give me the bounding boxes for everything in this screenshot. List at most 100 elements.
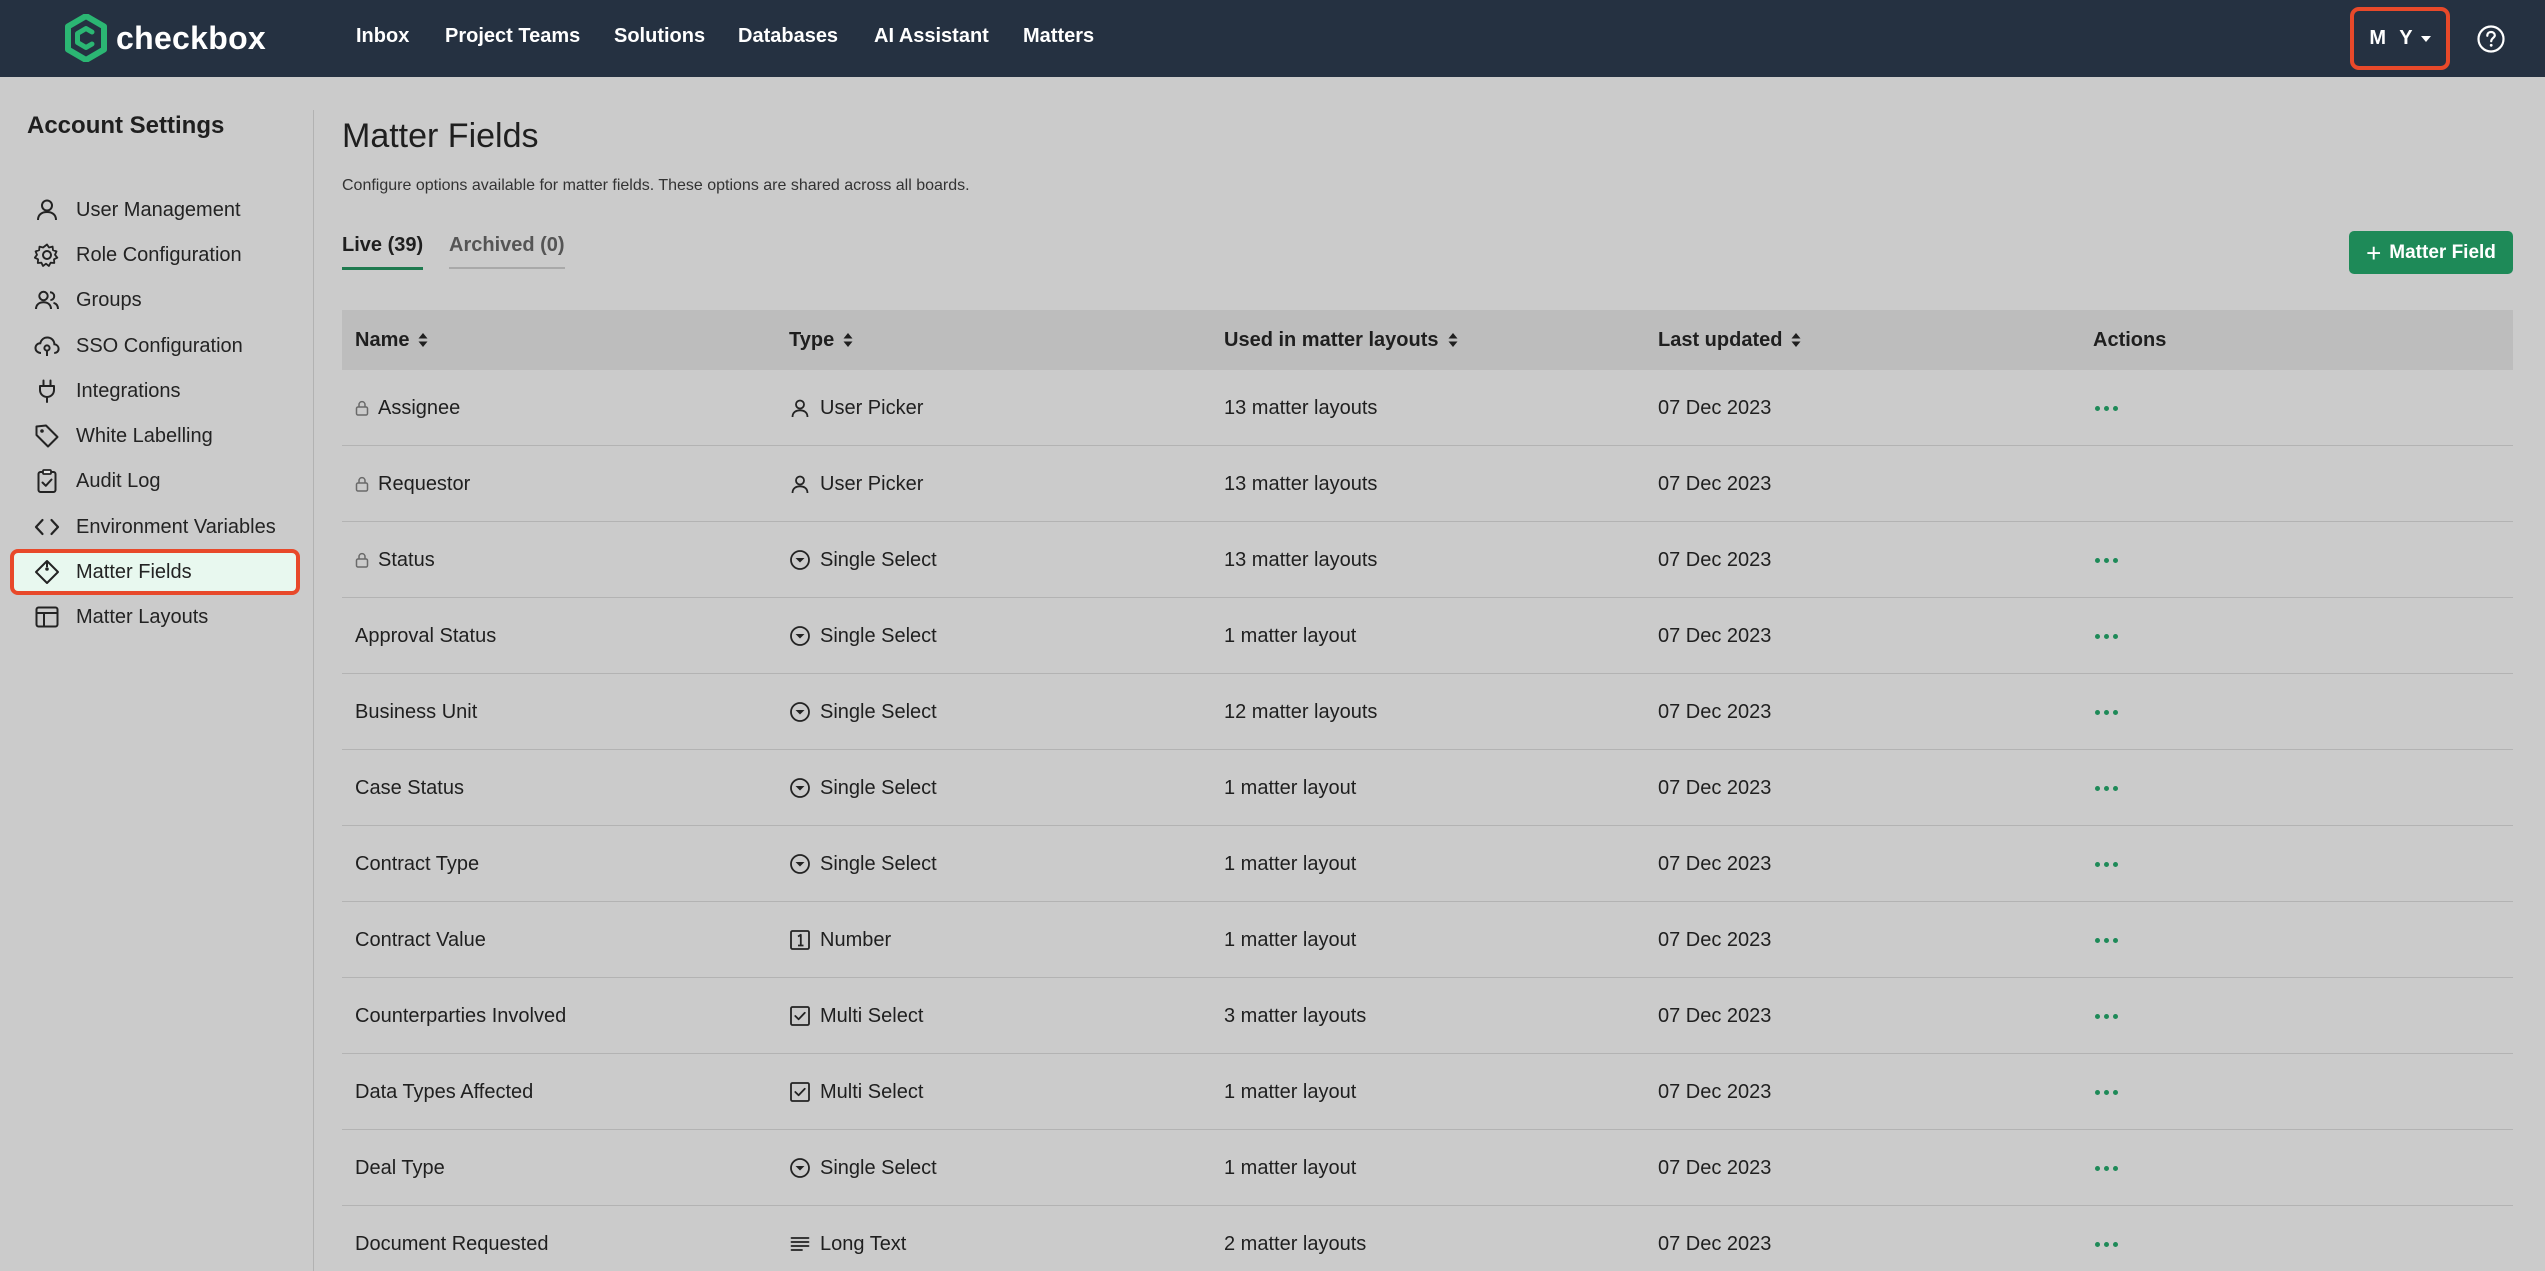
field-name: Document Requested [355, 1232, 549, 1255]
table-row[interactable]: Contract Type Single Select 1 matter layou… [342, 826, 2513, 902]
last-updated-date: 07 Dec 2023 [1658, 1156, 1772, 1179]
table-row[interactable]: Approval Status Single Select 1 matter lay… [342, 598, 2513, 674]
ellipsis-dot [2104, 709, 2109, 715]
row-actions-button[interactable] [2093, 704, 2120, 721]
field-type: Single Select [820, 624, 937, 647]
sidebar-item-environment-variables[interactable]: Environment Variables [10, 504, 300, 550]
nav-matters[interactable]: Matters [1023, 25, 1094, 48]
ellipsis-dot [2095, 633, 2100, 639]
cell-last-updated: 07 Dec 2023 [1658, 522, 1771, 598]
ellipsis-dot [2104, 1165, 2109, 1171]
cell-last-updated: 07 Dec 2023 [1658, 1130, 1771, 1206]
sort-icon[interactable] [1791, 332, 1801, 348]
field-name: Contract Value [355, 928, 486, 951]
ellipsis-dot [2104, 785, 2109, 791]
sidebar-item-sso-configuration[interactable]: SSO Configuration [10, 323, 300, 369]
cell-actions [2093, 674, 2120, 750]
ellipsis-dot [2095, 1013, 2100, 1019]
cell-name: Approval Status [355, 598, 496, 674]
add-matter-field-button[interactable]: + Matter Field [2349, 231, 2513, 274]
row-actions-button[interactable] [2093, 1008, 2120, 1025]
cell-type: Single Select [789, 1130, 937, 1206]
ellipsis-dot [2113, 1241, 2118, 1247]
cell-last-updated: 07 Dec 2023 [1658, 1206, 1771, 1271]
sidebar-item-label: SSO Configuration [76, 334, 243, 357]
row-actions-button[interactable] [2093, 932, 2120, 949]
table-row[interactable]: Contract Value Number 1 matter layout 07 De… [342, 902, 2513, 978]
cell-last-updated: 07 Dec 2023 [1658, 446, 1771, 522]
layout-count: 12 matter layouts [1224, 700, 1378, 723]
sidebar-item-role-configuration[interactable]: Role Configuration [10, 232, 300, 278]
table-row[interactable]: Counterparties Involved Multi Select 3 mat… [342, 978, 2513, 1054]
cell-actions [2093, 598, 2120, 674]
table-row[interactable]: Document Requested Long Text 2 matter layo… [342, 1206, 2513, 1271]
table-row[interactable]: Requestor User Picker 13 matter layouts 07 … [342, 446, 2513, 522]
last-updated-date: 07 Dec 2023 [1658, 624, 1772, 647]
ellipsis-dot [2095, 937, 2100, 943]
gear-icon [34, 243, 59, 267]
table-row[interactable]: Deal Type Single Select 1 matter layout 07 … [342, 1130, 2513, 1206]
brand-logo[interactable]: checkbox [64, 14, 266, 62]
table-row[interactable]: Data Types Affected Multi Select 1 matter … [342, 1054, 2513, 1130]
row-actions-button[interactable] [2093, 780, 2120, 797]
chevron-circle-icon [790, 702, 810, 722]
cell-last-updated: 07 Dec 2023 [1658, 1054, 1771, 1130]
row-actions-button[interactable] [2093, 1236, 2120, 1253]
sort-icon[interactable] [418, 332, 428, 348]
nav-ai-assistant[interactable]: AI Assistant [874, 25, 989, 48]
cell-last-updated: 07 Dec 2023 [1658, 826, 1771, 902]
row-actions-button[interactable] [2093, 1160, 2120, 1177]
cell-actions [2093, 902, 2120, 978]
field-name: Data Types Affected [355, 1080, 534, 1103]
sidebar-item-user-management[interactable]: User Management [10, 187, 300, 233]
cell-last-updated: 07 Dec 2023 [1658, 750, 1771, 826]
last-updated-date: 07 Dec 2023 [1658, 1232, 1772, 1255]
lines-icon [790, 1237, 810, 1251]
ellipsis-dot [2104, 937, 2109, 943]
sidebar-item-white-labelling[interactable]: White Labelling [10, 413, 300, 459]
sidebar-item-label: Groups [76, 288, 142, 311]
cell-last-updated: 07 Dec 2023 [1658, 370, 1771, 446]
column-header-name[interactable]: Name [355, 310, 428, 370]
tab-live[interactable]: Live (39) [342, 234, 424, 270]
ellipsis-dot [2113, 937, 2118, 943]
sort-icon[interactable] [1448, 332, 1458, 348]
cell-last-updated: 07 Dec 2023 [1658, 674, 1771, 750]
nav-databases[interactable]: Databases [738, 25, 838, 48]
tab-archived[interactable]: Archived (0) [449, 234, 565, 269]
table-row[interactable]: Assignee User Picker 13 matter layouts 07 D… [342, 370, 2513, 446]
sort-icon[interactable] [843, 332, 853, 348]
row-actions-button[interactable] [2093, 856, 2120, 873]
column-header-last-updated[interactable]: Last updated [1658, 310, 1801, 370]
row-actions-button[interactable] [2093, 1084, 2120, 1101]
sidebar-item-matter-fields[interactable]: Matter Fields [10, 549, 300, 595]
cell-type: Multi Select [789, 1054, 923, 1130]
nav-solutions[interactable]: Solutions [614, 25, 705, 48]
ellipsis-dot [2095, 557, 2100, 563]
nav-inbox[interactable]: Inbox [356, 25, 409, 48]
ellipsis-dot [2104, 1241, 2109, 1247]
sidebar-item-integrations[interactable]: Integrations [10, 368, 300, 414]
sidebar-item-audit-log[interactable]: Audit Log [10, 458, 300, 504]
cell-name: Status [355, 522, 435, 598]
row-actions-button[interactable] [2093, 552, 2120, 569]
sidebar-item-matter-layouts[interactable]: Matter Layouts [10, 594, 300, 640]
sidebar-item-groups[interactable]: Groups [10, 277, 300, 323]
column-header-used-in-layouts[interactable]: Used in matter layouts [1224, 310, 1458, 370]
table-row[interactable]: Business Unit Single Select 12 matter layo… [342, 674, 2513, 750]
table-row[interactable]: Status Single Select 13 matter layouts 07 D… [342, 522, 2513, 598]
cell-used-in-layouts: 1 matter layout [1224, 598, 1356, 674]
nav-project-teams[interactable]: Project Teams [445, 25, 580, 48]
cell-used-in-layouts: 1 matter layout [1224, 1054, 1356, 1130]
field-name: Contract Type [355, 852, 480, 875]
row-actions-button[interactable] [2093, 628, 2120, 645]
table-row[interactable]: Case Status Single Select 1 matter layout 0… [342, 750, 2513, 826]
user-menu-button[interactable]: M Y [2350, 7, 2450, 70]
diamond-tag-icon [35, 560, 59, 584]
layout-count: 1 matter layout [1224, 1080, 1357, 1103]
cell-used-in-layouts: 1 matter layout [1224, 902, 1356, 978]
question-circle-icon[interactable] [2476, 24, 2506, 54]
column-header-type[interactable]: Type [789, 310, 853, 370]
row-actions-button[interactable] [2093, 400, 2120, 417]
field-type: Long Text [820, 1232, 907, 1255]
